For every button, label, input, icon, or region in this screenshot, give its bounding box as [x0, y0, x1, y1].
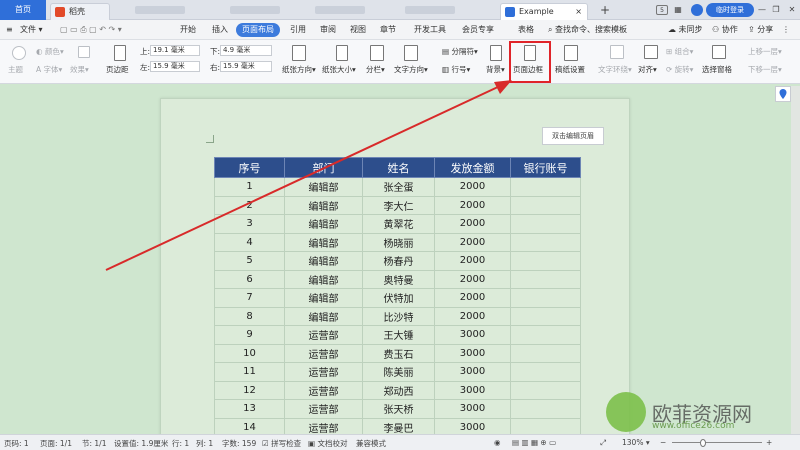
view-mode-icons[interactable]: ▤ ▥ ▦ ⊕ ▭	[512, 438, 556, 447]
status-col: 列: 1	[196, 439, 214, 448]
zoom-slider-handle[interactable]	[700, 439, 706, 447]
status-pages: 页面: 1/1	[40, 439, 72, 448]
annotation-arrow	[105, 80, 512, 271]
zoom-out-icon[interactable]: −	[660, 438, 666, 447]
zoom-slider[interactable]	[672, 442, 762, 443]
compat-mode: 兼容模式	[356, 439, 386, 448]
status-bar: 页码: 1 页面: 1/1 节: 1/1 设置值: 1.9厘米 行: 1 列: …	[0, 434, 800, 450]
status-setting: 设置值: 1.9厘米	[114, 439, 169, 448]
zoom-in-icon[interactable]: +	[766, 438, 772, 447]
fit-icon[interactable]: ⤢	[600, 438, 606, 448]
watermark-url: www.office26.com	[652, 421, 735, 431]
status-section: 节: 1/1	[82, 439, 107, 448]
eye-icon[interactable]: ◉	[494, 438, 501, 447]
status-page-no: 页码: 1	[4, 439, 29, 448]
status-row: 行: 1	[172, 439, 190, 448]
watermark-logo	[606, 392, 646, 432]
status-words[interactable]: 字数: 159	[222, 438, 256, 449]
spell-check-button[interactable]: ☑ 拼写检查	[262, 438, 301, 449]
proofread-button[interactable]: ▣ 文档校对	[308, 438, 347, 449]
zoom-level[interactable]: 130% ▾	[622, 438, 650, 447]
